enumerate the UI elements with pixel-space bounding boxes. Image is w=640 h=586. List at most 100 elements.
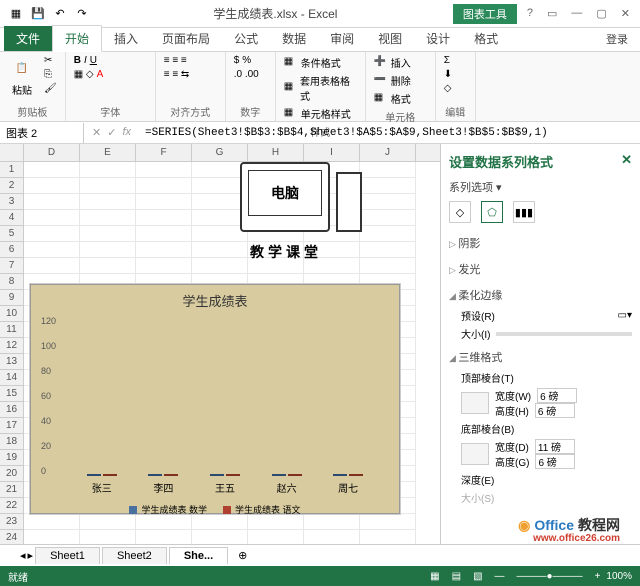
autosum-icon[interactable]: Σ: [442, 54, 454, 67]
cell[interactable]: [24, 258, 80, 274]
conditional-format-button[interactable]: ▦条件格式: [282, 54, 359, 71]
chart-bar[interactable]: [87, 474, 101, 476]
row-header[interactable]: 10: [0, 306, 24, 322]
cell[interactable]: [192, 514, 248, 530]
chart-bar[interactable]: [288, 474, 302, 476]
cell[interactable]: [80, 194, 136, 210]
cell[interactable]: [80, 226, 136, 242]
cell[interactable]: [304, 530, 360, 544]
row-header[interactable]: 18: [0, 434, 24, 450]
cut-icon[interactable]: ✂: [42, 54, 59, 67]
series-options-icon[interactable]: ▮▮▮: [513, 201, 535, 223]
cell[interactable]: [136, 178, 192, 194]
cell[interactable]: [136, 258, 192, 274]
chart-bar[interactable]: [148, 474, 162, 476]
chart-bar[interactable]: [164, 474, 178, 476]
align-icons[interactable]: ≡ ≡ ≡: [162, 54, 192, 67]
zoom-slider[interactable]: ———●———: [511, 571, 589, 582]
cell[interactable]: [136, 162, 192, 178]
format-cells-button[interactable]: ▦格式: [372, 90, 413, 107]
row-header[interactable]: 1: [0, 162, 24, 178]
sheet-tab-3[interactable]: She...: [169, 547, 228, 564]
row-header[interactable]: 22: [0, 498, 24, 514]
cell[interactable]: [248, 514, 304, 530]
cell[interactable]: [24, 194, 80, 210]
paste-button[interactable]: 📋 粘贴: [6, 54, 38, 99]
help-icon[interactable]: ?: [527, 7, 533, 20]
cell[interactable]: [136, 514, 192, 530]
row-header[interactable]: 12: [0, 338, 24, 354]
cell[interactable]: [24, 210, 80, 226]
tab-formulas[interactable]: 公式: [222, 26, 270, 51]
cell[interactable]: [136, 210, 192, 226]
row-header[interactable]: 15: [0, 386, 24, 402]
cell[interactable]: [136, 194, 192, 210]
formula-input[interactable]: =SERIES(Sheet3!$B$3:$B$4,Sheet3!$A$5:$A$…: [139, 125, 640, 141]
zoom-in-icon[interactable]: +: [589, 571, 607, 582]
copy-icon[interactable]: ⎘: [42, 68, 59, 81]
section-glow[interactable]: 发光: [449, 259, 632, 279]
row-header[interactable]: 3: [0, 194, 24, 210]
zoom-level[interactable]: 100%: [606, 571, 632, 582]
fill-line-icon[interactable]: ◇: [449, 201, 471, 223]
row-header[interactable]: 13: [0, 354, 24, 370]
maximize-icon[interactable]: ▢: [596, 7, 606, 20]
row-header[interactable]: 8: [0, 274, 24, 290]
bottom-bevel-swatch[interactable]: [461, 443, 489, 465]
chart-bar[interactable]: [103, 474, 117, 476]
chart-bar[interactable]: [349, 474, 363, 476]
col-header[interactable]: G: [192, 144, 248, 161]
view-normal-icon[interactable]: ▦: [424, 571, 445, 582]
cell[interactable]: [136, 242, 192, 258]
row-header[interactable]: 17: [0, 418, 24, 434]
row-header[interactable]: 5: [0, 226, 24, 242]
row-header[interactable]: 20: [0, 466, 24, 482]
zoom-out-icon[interactable]: —: [489, 571, 511, 582]
cancel-formula-icon[interactable]: ✕: [92, 126, 101, 139]
tab-data[interactable]: 数据: [270, 26, 318, 51]
embedded-chart[interactable]: 学生成绩表 020406080100120 张三李四王五赵六周七 学生成绩表 数…: [30, 284, 400, 514]
effects-icon[interactable]: ⬠: [481, 201, 503, 223]
cell[interactable]: [80, 258, 136, 274]
cell[interactable]: [136, 530, 192, 544]
height-h-input[interactable]: [535, 403, 575, 418]
chart-legend[interactable]: 学生成绩表 数学学生成绩表 语文: [31, 503, 399, 516]
table-format-button[interactable]: ▦套用表格格式: [282, 72, 359, 104]
row-header[interactable]: 6: [0, 242, 24, 258]
cell[interactable]: [24, 530, 80, 544]
cell[interactable]: [80, 178, 136, 194]
cell[interactable]: [304, 514, 360, 530]
cell[interactable]: [80, 210, 136, 226]
close-icon[interactable]: ✕: [621, 7, 630, 20]
view-layout-icon[interactable]: ▤: [446, 571, 467, 582]
col-header[interactable]: F: [136, 144, 192, 161]
cell[interactable]: [24, 242, 80, 258]
width-w-input[interactable]: [537, 388, 577, 403]
sheet-tab-1[interactable]: Sheet1: [35, 547, 100, 564]
currency-icon[interactable]: $ %: [232, 54, 261, 67]
select-all-corner[interactable]: [0, 144, 24, 161]
tab-format[interactable]: 格式: [462, 26, 510, 51]
enter-formula-icon[interactable]: ✓: [107, 126, 116, 139]
new-sheet-icon[interactable]: ⊕: [230, 549, 255, 562]
format-painter-icon[interactable]: 🖌: [42, 82, 59, 95]
row-header[interactable]: 11: [0, 322, 24, 338]
ribbon-options-icon[interactable]: ▭: [547, 7, 557, 20]
row-header[interactable]: 4: [0, 210, 24, 226]
cell[interactable]: [248, 530, 304, 544]
cell[interactable]: [24, 178, 80, 194]
chart-plot-area[interactable]: 020406080100120: [71, 316, 379, 476]
row-header[interactable]: 2: [0, 178, 24, 194]
chart-title[interactable]: 学生成绩表: [31, 285, 399, 316]
cell[interactable]: [80, 530, 136, 544]
cell[interactable]: [24, 226, 80, 242]
preset-dropdown[interactable]: ▭▾: [618, 310, 632, 321]
worksheet-grid[interactable]: DEFGHIJ 12345678910111213141516171819202…: [0, 144, 440, 544]
cell[interactable]: [80, 162, 136, 178]
cell[interactable]: [136, 226, 192, 242]
row-header[interactable]: 19: [0, 450, 24, 466]
tab-home[interactable]: 开始: [52, 25, 102, 52]
tab-review[interactable]: 审阅: [318, 26, 366, 51]
redo-icon[interactable]: ↷: [72, 4, 92, 24]
row-header[interactable]: 24: [0, 530, 24, 544]
